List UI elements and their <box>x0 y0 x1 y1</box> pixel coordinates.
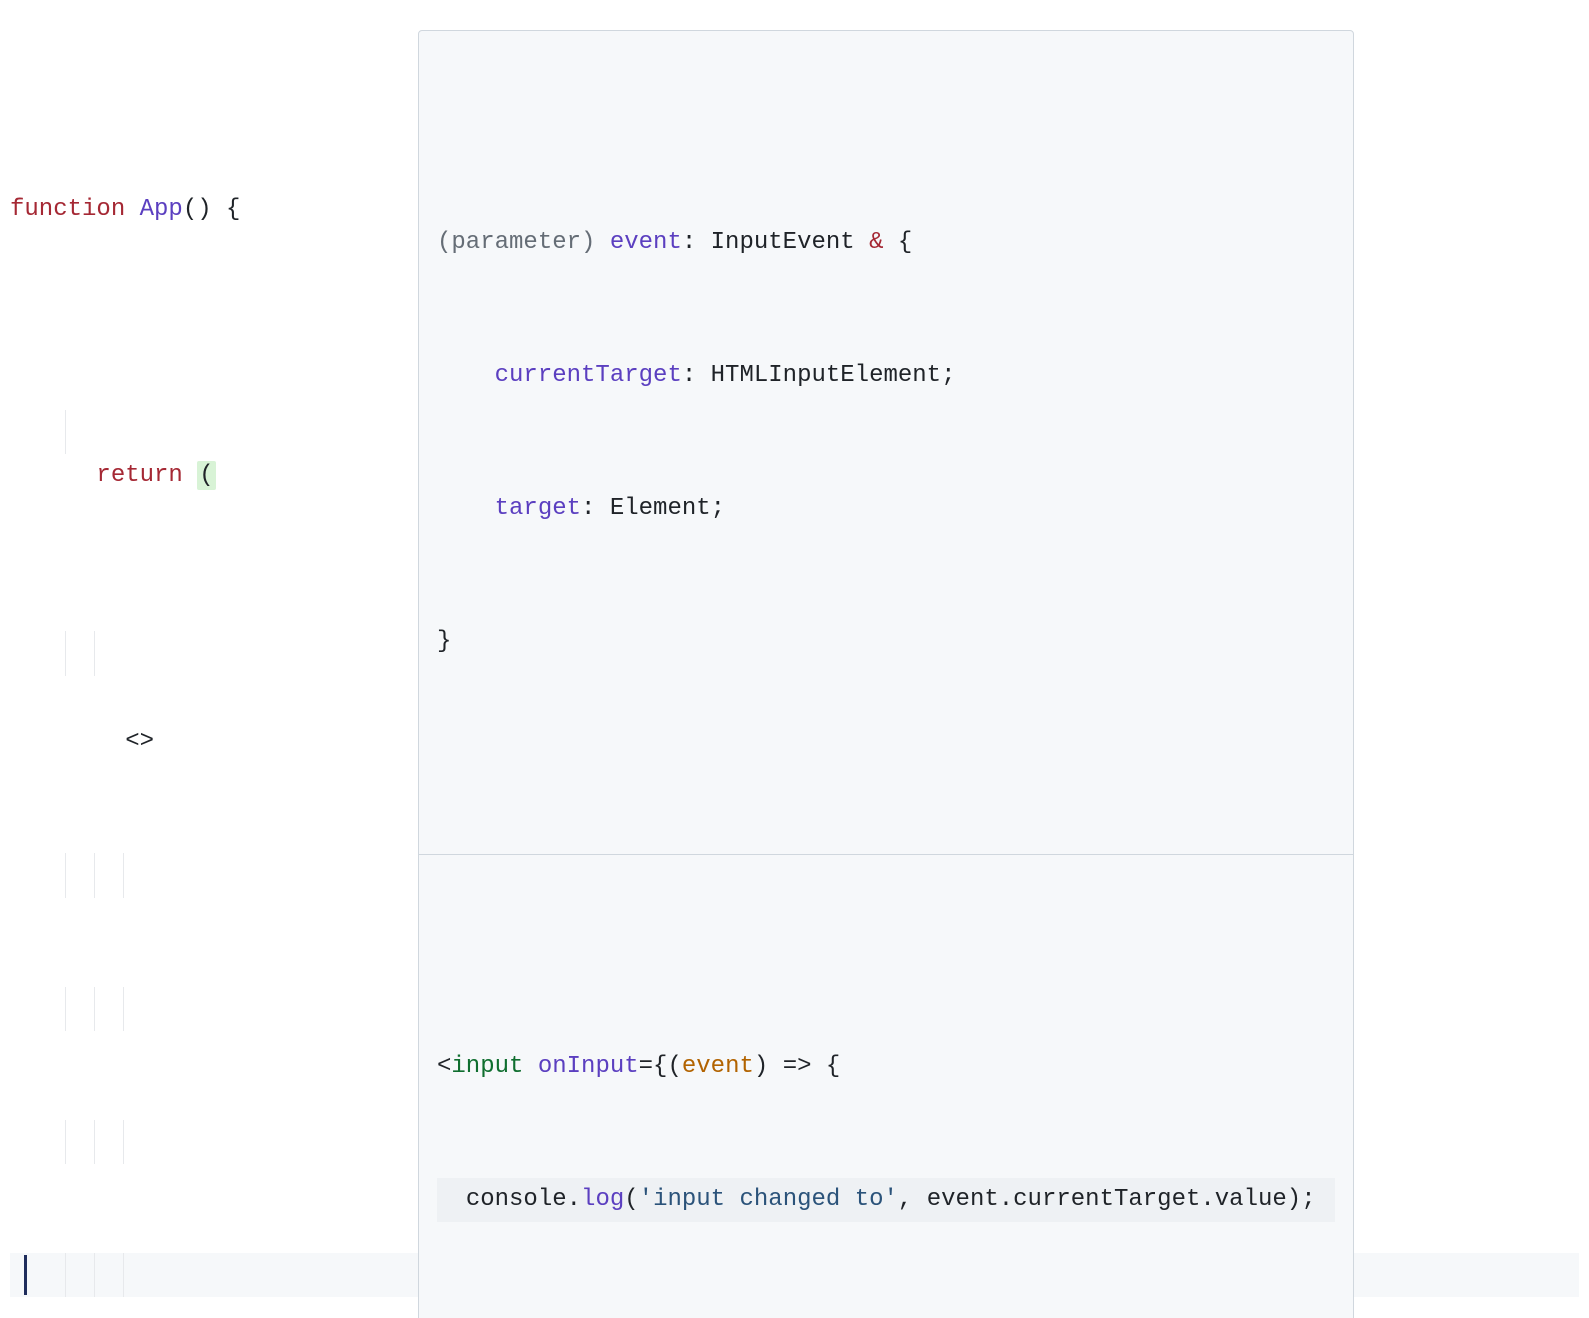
token-type: : Element; <box>581 495 725 522</box>
indent-guide <box>123 1253 124 1297</box>
indent-guide <box>65 1253 66 1297</box>
tooltip-line: target: Element; <box>437 487 1335 531</box>
indent-guide <box>123 1120 124 1164</box>
indent-guide <box>65 410 66 454</box>
token-type: : HTMLInputElement; <box>682 362 956 389</box>
token-type: InputEvent <box>711 229 869 256</box>
token-punct: } <box>437 628 451 655</box>
tooltip-line: <input onInput={(event) => { <box>437 1045 1335 1089</box>
token-property: currentTarget <box>495 362 682 389</box>
token-keyword: return <box>96 462 182 489</box>
token-punct: ( <box>624 1186 638 1213</box>
token-amp: & <box>869 229 883 256</box>
token-parameter: event <box>682 1053 754 1080</box>
token-text: event.currentTarget.value); <box>927 1186 1316 1213</box>
token-jsx-fragment: <> <box>125 728 154 755</box>
token-punct: : <box>682 229 711 256</box>
tooltip-signature-section: (parameter) event: InputEvent & { curren… <box>419 120 1353 765</box>
token-punct: ) => { <box>754 1053 840 1080</box>
tooltip-line: }}/>; <box>437 1311 1335 1318</box>
indent-guide <box>94 1120 95 1164</box>
indent-guide <box>94 853 95 897</box>
token-punct: . <box>567 1186 581 1213</box>
token-string: 'input changed to' <box>639 1186 898 1213</box>
token-method: log <box>581 1186 624 1213</box>
token-punct: { <box>884 229 913 256</box>
token-function-name: App <box>140 196 183 223</box>
token-punct: ={( <box>639 1053 682 1080</box>
indent-guide <box>65 853 66 897</box>
indent-guide <box>94 631 95 675</box>
token-param-name: event <box>610 229 682 256</box>
indent-guide <box>123 987 124 1031</box>
token-object: console <box>466 1186 567 1213</box>
token-tag: input <box>451 1053 523 1080</box>
indent-guide <box>123 853 124 897</box>
tooltip-divider <box>419 854 1353 855</box>
token-keyword: function <box>10 196 125 223</box>
tooltip-line: } <box>437 620 1335 664</box>
token-punct: , <box>898 1186 927 1213</box>
tooltip-example-section: <input onInput={(event) => { console.log… <box>419 944 1353 1318</box>
indent-guide <box>94 987 95 1031</box>
tooltip-line-highlighted: console.log('input changed to', event.cu… <box>437 1178 1335 1222</box>
bracket-highlight: ( <box>197 461 215 490</box>
indent-guide <box>65 1120 66 1164</box>
token-punct: () { <box>183 196 241 223</box>
token-punct: < <box>437 1053 451 1080</box>
tooltip-line: currentTarget: HTMLInputElement; <box>437 354 1335 398</box>
indent-guide <box>65 987 66 1031</box>
token-kind-label: (parameter) <box>437 229 610 256</box>
hover-tooltip[interactable]: (parameter) event: InputEvent & { curren… <box>418 30 1354 1318</box>
indent-guide <box>94 1253 95 1297</box>
tooltip-line: (parameter) event: InputEvent & { <box>437 221 1335 265</box>
code-editor[interactable]: function App() { return ( <> <input onIn… <box>10 10 1579 1318</box>
token-attribute: onInput <box>538 1053 639 1080</box>
indent-guide <box>65 631 66 675</box>
token-property: target <box>495 495 581 522</box>
